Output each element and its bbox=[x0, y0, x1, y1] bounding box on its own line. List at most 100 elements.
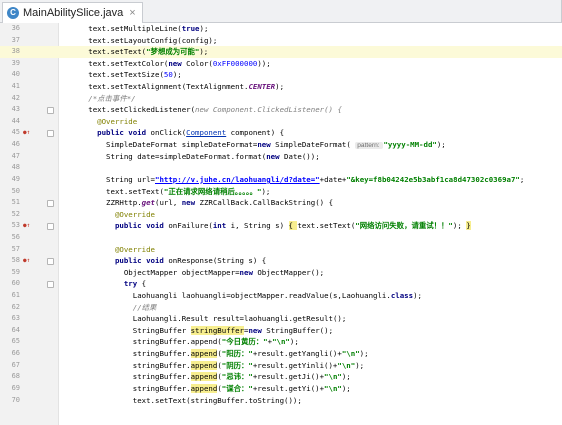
code-line[interactable]: 47 String date=simpleDateFormat.format(ne… bbox=[0, 151, 562, 163]
code-token: append bbox=[190, 383, 218, 393]
code-line[interactable]: 41 text.setTextAlignment(TextAlignment.CE… bbox=[0, 81, 562, 93]
code-token: new bbox=[239, 267, 258, 277]
code-token: stringBuffer. bbox=[132, 372, 191, 382]
code-token: "\n" bbox=[324, 383, 342, 393]
code-text: stringBuffer.append("忌讳："+result.getJi()… bbox=[66, 371, 351, 383]
code-line[interactable]: 38 text.setText("梦想成为可能"); bbox=[0, 46, 562, 58]
code-line[interactable]: 42 /*点击事件*/ bbox=[0, 93, 562, 105]
close-tab-icon[interactable]: × bbox=[129, 7, 135, 19]
code-token: get bbox=[141, 198, 156, 208]
code-token: text.setMultipleLine( bbox=[88, 24, 182, 33]
code-token: public void bbox=[114, 221, 169, 231]
code-token: ); bbox=[172, 70, 182, 80]
code-token: "梦想成为可能" bbox=[146, 47, 200, 57]
line-number: 45 bbox=[11, 128, 20, 137]
code-line[interactable]: 40 text.setTextSize(50); bbox=[0, 69, 562, 81]
code-line[interactable]: 44 @Override bbox=[0, 116, 562, 128]
code-line[interactable]: 64 StringBuffer stringBuffer=new StringBu… bbox=[0, 325, 562, 337]
code-token: new bbox=[257, 140, 276, 150]
code-token: ); bbox=[341, 383, 351, 393]
file-tab[interactable]: C MainAbilitySlice.java × bbox=[2, 2, 143, 23]
fold-toggle-icon[interactable] bbox=[47, 281, 54, 289]
code-line[interactable]: 59 ObjectMapper objectMapper=new ObjectMa… bbox=[0, 267, 562, 279]
code-token: } bbox=[466, 221, 471, 231]
code-line[interactable]: 37 text.setLayoutConfig(config); bbox=[0, 35, 562, 47]
line-number: 36 bbox=[11, 24, 20, 32]
code-token: { bbox=[141, 279, 147, 289]
code-token: ); bbox=[359, 349, 369, 359]
fold-toggle-icon[interactable] bbox=[47, 200, 54, 208]
line-number: 68 bbox=[11, 372, 20, 381]
fold-toggle-icon[interactable] bbox=[47, 223, 54, 231]
code-line[interactable]: 58 ●↑ public void onResponse(String s) { bbox=[0, 255, 562, 267]
code-token: onFailure( bbox=[168, 221, 213, 231]
code-token: "\n" bbox=[337, 360, 356, 370]
code-token: append bbox=[190, 349, 218, 359]
fold-toggle-icon[interactable] bbox=[47, 258, 54, 266]
code-token: Laohuangli.Result result=laohuangli.getR… bbox=[132, 314, 347, 324]
code-token: "\n" bbox=[341, 349, 360, 359]
code-line[interactable]: 62 //结果 bbox=[0, 302, 562, 314]
code-line[interactable]: 43 text.setClickedListener(new Component.… bbox=[0, 104, 562, 116]
code-token: text.setTextAlignment(TextAlignment. bbox=[88, 82, 249, 92]
code-text: text.setClickedListener(new Component.Cl… bbox=[66, 104, 342, 116]
code-text: /*点击事件*/ bbox=[66, 93, 136, 105]
code-token: @Override bbox=[114, 209, 155, 219]
code-line[interactable]: 60 try { bbox=[0, 278, 562, 290]
code-line[interactable]: 51 ZZRHttp.get(url, new ZZRCallBack.CallB… bbox=[0, 197, 562, 209]
code-token: "阴历：" bbox=[221, 360, 253, 370]
code-line[interactable]: 36 text.setMultipleLine(true); bbox=[0, 23, 562, 35]
code-token: ); bbox=[355, 360, 365, 370]
code-token: stringBuffer. bbox=[132, 360, 191, 370]
override-marker-icon[interactable]: ●↑ bbox=[23, 127, 30, 139]
code-token: onClick( bbox=[150, 128, 187, 138]
code-token: /*点击事件*/ bbox=[88, 93, 136, 103]
code-line[interactable]: 67 stringBuffer.append("阴历："+result.getYi… bbox=[0, 360, 562, 372]
code-line[interactable]: 57 @Override bbox=[0, 244, 562, 256]
override-marker-icon[interactable]: ●↑ bbox=[23, 220, 30, 232]
line-number: 37 bbox=[11, 35, 20, 44]
code-line[interactable]: 65 stringBuffer.append("今日黄历："+"\n"); bbox=[0, 336, 562, 348]
code-token: "忌讳：" bbox=[221, 372, 253, 382]
code-token: ObjectMapper objectMapper= bbox=[123, 267, 240, 277]
code-line[interactable]: 48 bbox=[0, 162, 562, 174]
code-area[interactable]: 36 text.setMultipleLine(true); 37 text.setL… bbox=[0, 23, 562, 406]
code-token: "yyyy-MM-dd" bbox=[383, 140, 437, 150]
line-number: 60 bbox=[11, 279, 20, 288]
code-line[interactable]: 49 String url="http://v.juhe.cn/laohuangl… bbox=[0, 174, 562, 186]
code-editor[interactable]: 36 text.setMultipleLine(true); 37 text.setL… bbox=[0, 23, 562, 425]
code-line[interactable]: 56 bbox=[0, 232, 562, 244]
code-line[interactable]: 70 text.setText(stringBuffer.toString()); bbox=[0, 395, 562, 407]
line-number: 58 bbox=[11, 256, 20, 265]
code-line[interactable]: 50 text.setText("正在请求网络请稍后。。。。。"); bbox=[0, 186, 562, 198]
code-line[interactable]: 53 ●↑ public void onFailure(int i, String … bbox=[0, 220, 562, 232]
override-marker-icon[interactable]: ●↑ bbox=[23, 255, 30, 267]
code-line[interactable]: 61 Laohuangli laohuangli=objectMapper.rea… bbox=[0, 290, 562, 302]
fold-toggle-icon[interactable] bbox=[47, 107, 54, 115]
code-token: ); bbox=[413, 291, 422, 301]
line-number: 69 bbox=[11, 383, 20, 392]
code-token: StringBuffer bbox=[132, 325, 191, 335]
code-token: text.setTextSize( bbox=[88, 70, 164, 80]
code-line[interactable]: 39 text.setTextColor(new Color(0xFF000000… bbox=[0, 58, 562, 70]
code-line[interactable]: 68 stringBuffer.append("忌讳："+result.getJi… bbox=[0, 371, 562, 383]
code-token: Component.ClickedListener() { bbox=[212, 105, 342, 115]
code-line[interactable]: 63 Laohuangli.Result result=laohuangli.ge… bbox=[0, 313, 562, 325]
code-token: 50 bbox=[163, 70, 173, 80]
fold-toggle-icon[interactable] bbox=[47, 130, 54, 138]
code-text: @Override bbox=[66, 116, 137, 128]
code-line[interactable]: 66 stringBuffer.append("阳历："+result.getYa… bbox=[0, 348, 562, 360]
code-token: ; bbox=[519, 174, 525, 184]
code-token: text.setTextColor( bbox=[88, 58, 169, 68]
code-line[interactable]: 46 SimpleDateFormat simpleDateFormat=new … bbox=[0, 139, 562, 151]
code-token: text.setText( bbox=[297, 221, 356, 231]
code-line[interactable]: 52 @Override bbox=[0, 209, 562, 221]
code-line[interactable]: 69 stringBuffer.append("谋合："+result.getYi… bbox=[0, 383, 562, 395]
code-token: try bbox=[123, 279, 142, 289]
code-token: "\n" bbox=[272, 337, 290, 347]
code-token: @Override bbox=[97, 116, 138, 126]
line-number: 59 bbox=[11, 267, 20, 276]
code-line[interactable]: 45 ●↑ public void onClick(Component compon… bbox=[0, 127, 562, 139]
line-number: 43 bbox=[11, 105, 20, 114]
code-token: new bbox=[168, 58, 187, 68]
